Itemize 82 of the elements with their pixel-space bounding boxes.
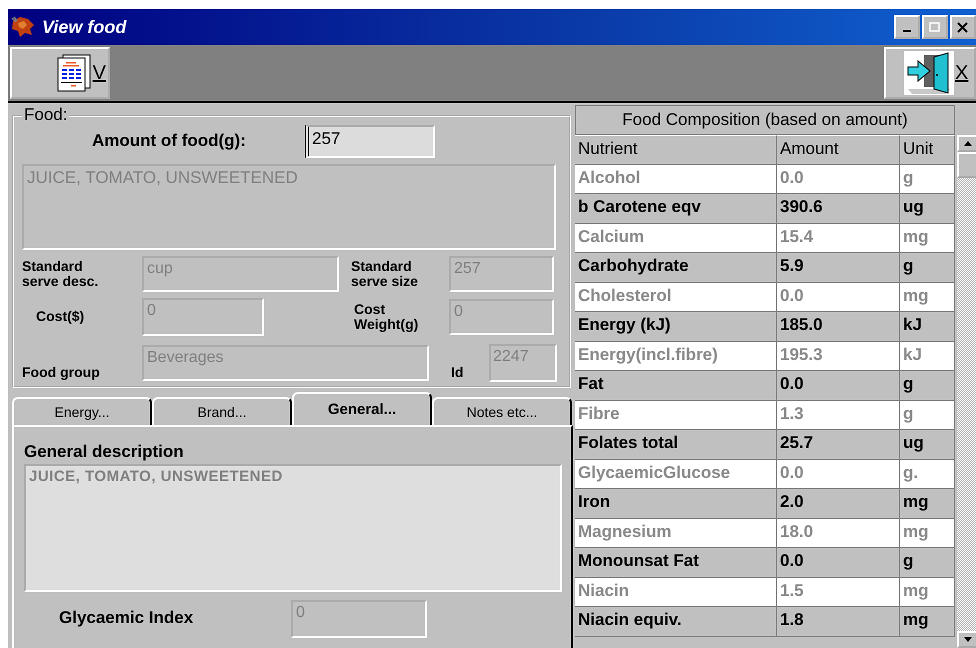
table-cell: mg [900, 578, 955, 607]
toolbar-button[interactable]: V [10, 47, 110, 99]
minimize-button[interactable] [894, 15, 920, 39]
table-cell: 2.0 [777, 489, 900, 518]
table-cell: Fat [575, 371, 777, 400]
column-header[interactable]: Amount [777, 135, 900, 164]
tab[interactable]: Brand... [152, 397, 292, 425]
table-caption: Food Composition (based on amount) [575, 105, 955, 135]
square-icon [929, 22, 941, 32]
table-cell: 5.9 [777, 253, 900, 282]
table-cell: Energy(incl.fibre) [575, 342, 777, 371]
app-icon [10, 15, 36, 39]
scroll-thumb[interactable] [957, 152, 976, 178]
table-cell: 0.0 [777, 371, 900, 400]
field-label: Standard serve size [351, 258, 419, 290]
table-cell: Fibre [575, 400, 777, 430]
scroll-up-button[interactable] [957, 135, 976, 152]
tab[interactable]: General... [292, 392, 432, 425]
table-cell: g [900, 253, 955, 282]
table-cell: 1.8 [777, 607, 900, 636]
field-label: Standard serve desc. [22, 258, 100, 290]
table-cell: Niacin equiv. [575, 607, 777, 636]
table-cell: Calcium [575, 224, 777, 253]
table-cell: Cholesterol [575, 282, 777, 312]
table-cell: Alcohol [575, 164, 777, 194]
table-cell: Folates total [575, 430, 777, 460]
tab[interactable]: Energy... [12, 397, 152, 425]
table-cell: 25.7 [777, 430, 900, 460]
scroll-down-button[interactable] [957, 631, 976, 648]
table-cell: mg [900, 224, 955, 253]
table-cell: Iron [575, 489, 777, 518]
table-cell: Niacin [575, 578, 777, 607]
table-cell: 18.0 [777, 518, 900, 548]
table-cell: kJ [900, 342, 955, 371]
table-cell: 185.0 [777, 312, 900, 342]
table-cell: mg [900, 489, 955, 518]
table-cell: kJ [900, 312, 955, 342]
table-cell: Energy (kJ) [575, 312, 777, 342]
table-cell: mg [900, 607, 955, 636]
table-cell: 0.0 [777, 282, 900, 312]
table-cell: 0.0 [777, 164, 900, 194]
table-cell: 15.4 [777, 224, 900, 253]
table-cell: mg [900, 518, 955, 548]
table-cell: Monounsat Fat [575, 548, 777, 578]
table-cell: 390.6 [777, 194, 900, 224]
table-cell: ug [900, 430, 955, 460]
column-header[interactable]: Nutrient [575, 135, 777, 164]
table-cell: b Carotene eqv [575, 194, 777, 224]
field-label: Id [451, 364, 464, 380]
field-label: Amount of food(g): [91, 132, 247, 151]
underscore-icon [903, 30, 911, 32]
field-label: Cost Weight(g) [354, 302, 420, 332]
table-cell: 0.0 [777, 460, 900, 489]
close-button[interactable] [950, 15, 976, 39]
table-cell: g. [900, 460, 955, 489]
table-cell: 0.0 [777, 548, 900, 578]
section-heading: General description [24, 443, 185, 462]
field-label: Food group [22, 364, 101, 380]
table-cell: 1.3 [777, 400, 900, 430]
table-cell: g [900, 548, 955, 578]
down-arrow-icon [964, 637, 972, 642]
amount-field[interactable]: 257 [305, 125, 435, 158]
table-cell: g [900, 400, 955, 430]
field-label: Cost($) [35, 309, 86, 325]
table-cell: 195.3 [777, 342, 900, 371]
table-cell: 1.5 [777, 578, 900, 607]
window-title: View food [42, 16, 128, 38]
table-cell: Magnesium [575, 518, 777, 548]
table-cell: Carbohydrate [575, 253, 777, 282]
table-document-icon [56, 54, 92, 92]
field-label: Glycaemic Index [58, 609, 194, 628]
table-cell: GlycaemicGlucose [575, 460, 777, 489]
table-cell: mg [900, 282, 955, 312]
toolbar-button[interactable]: X [884, 47, 976, 99]
table-cell: g [900, 164, 955, 194]
up-arrow-icon [964, 141, 972, 146]
scrollbar[interactable] [957, 135, 976, 648]
table-cell: g [900, 371, 955, 400]
tab[interactable]: Notes etc... [432, 397, 572, 425]
x-icon [957, 22, 969, 32]
table-cell: ug [900, 194, 955, 224]
column-header[interactable]: Unit [900, 135, 955, 164]
